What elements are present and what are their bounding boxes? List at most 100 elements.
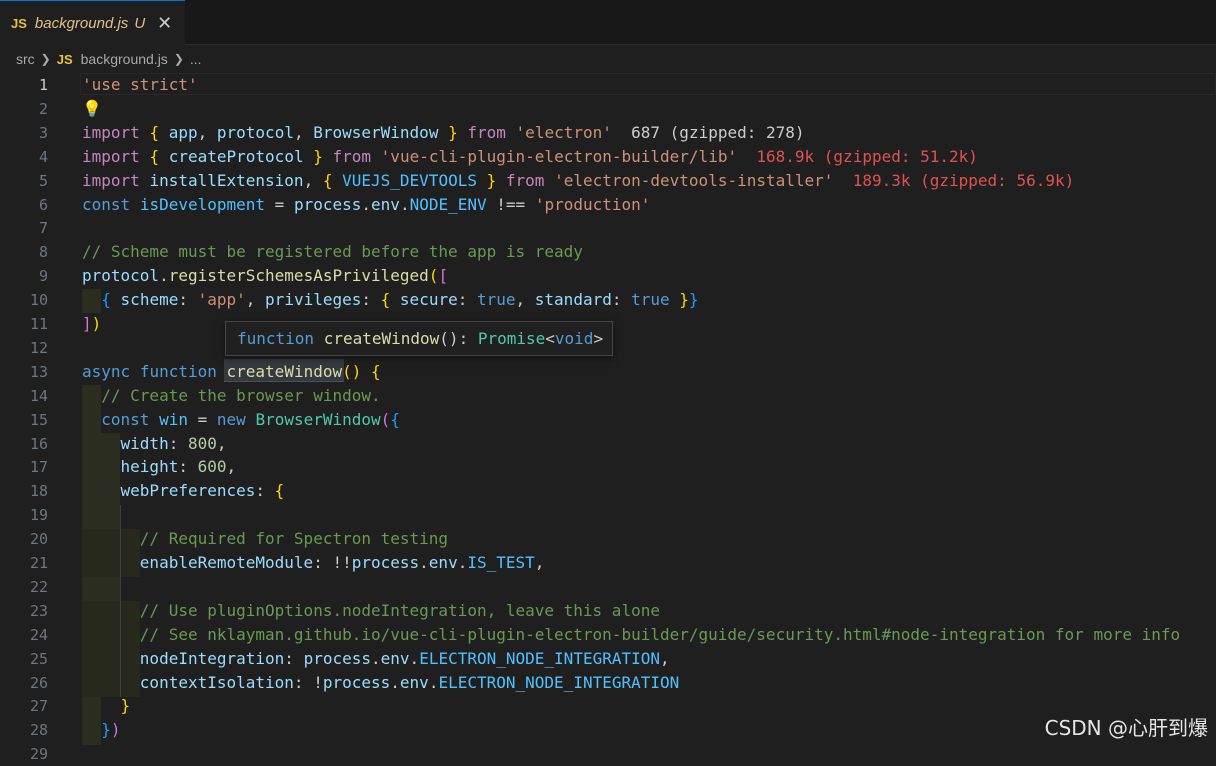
code-token: isDevelopment [139, 194, 266, 214]
code-line[interactable]: 18 webPreferences: { [0, 479, 1216, 503]
code-token: { [149, 146, 160, 166]
line-number: 2 [38, 99, 48, 118]
code-token: import [82, 146, 140, 166]
code-token: contextIsolation [139, 672, 294, 692]
code-token: // Scheme must be registered before the … [82, 242, 583, 262]
code-token: : [178, 290, 198, 310]
code-text: }) [82, 718, 121, 742]
lightbulb-icon[interactable]: 💡 [82, 99, 102, 118]
code-text: const win = new BrowserWindow({ [82, 408, 400, 432]
code-line[interactable]: 9 protocol.registerSchemesAsPrivileged([ [0, 264, 1216, 288]
untracked-status-badge: U [134, 14, 146, 32]
code-token: () [342, 361, 362, 381]
code-token: } [486, 170, 497, 190]
code-line[interactable]: 1 'use strict' [0, 73, 1216, 97]
close-icon[interactable]: ✕ [157, 13, 172, 34]
code-line[interactable]: 5 import installExtension, { VUEJS_DEVTOO… [0, 169, 1216, 193]
code-text: import { createProtocol } from 'vue-cli-… [82, 145, 978, 169]
hover-tooltip: function createWindow(): Promise<void> [225, 321, 613, 356]
breadcrumb-file[interactable]: background.js [81, 51, 168, 67]
code-line[interactable]: 4 import { createProtocol } from 'vue-cli… [0, 145, 1216, 169]
line-number: 7 [38, 219, 48, 238]
code-token: 168.9k (gzipped: 51.2k) [756, 146, 978, 166]
code-token: from [467, 122, 506, 142]
code-line[interactable]: 17 height: 600, [0, 455, 1216, 479]
current-line-highlight [80, 73, 1216, 95]
code-token: : [168, 433, 188, 453]
code-token: . [390, 672, 400, 692]
code-token: , [216, 433, 227, 453]
code-line[interactable]: 7 [0, 216, 1216, 240]
code-line[interactable]: 28 }) [0, 718, 1216, 742]
code-token: ) [110, 720, 121, 740]
code-token: } [101, 720, 111, 740]
code-text: webPreferences: { [82, 479, 285, 503]
code-line[interactable]: 29 [0, 742, 1216, 766]
line-number: 17 [29, 458, 48, 477]
code-token: } [120, 696, 131, 716]
js-file-icon: JS [56, 51, 73, 67]
chevron-right-icon: ❯ [173, 52, 184, 66]
code-token: ] [82, 314, 92, 333]
breadcrumb-symbol-more[interactable]: ... [190, 51, 202, 67]
code-line[interactable]: 22 [0, 575, 1216, 599]
tab-background-js[interactable]: JS background.js U ✕ [0, 0, 185, 45]
code-token: standard [534, 290, 612, 310]
tab-bar: JS background.js U ✕ [0, 0, 1216, 45]
code-token: env [371, 194, 400, 214]
line-number: 22 [29, 577, 48, 596]
code-token: env [428, 553, 458, 572]
code-token: // Use pluginOptions.nodeIntegration, le… [139, 600, 660, 620]
code-line[interactable]: 3 import { app, protocol, BrowserWindow }… [0, 121, 1216, 145]
code-token: from [332, 146, 372, 166]
code-token: 'use strict' [82, 75, 198, 94]
code-token: { [380, 290, 391, 310]
code-line[interactable]: 25 nodeIntegration: process.env.ELECTRON… [0, 647, 1216, 671]
code-line[interactable]: 13 async function createWindow() { [0, 360, 1216, 384]
line-number: 23 [29, 601, 48, 620]
line-number: 11 [29, 315, 48, 333]
code-line[interactable]: 21 enableRemoteModule: !!process.env.IS_… [0, 551, 1216, 575]
line-number: 10 [29, 291, 48, 310]
code-text: width: 800, [82, 432, 227, 456]
line-number: 6 [38, 195, 48, 214]
code-token: [ [438, 266, 449, 286]
code-line[interactable]: 16 width: 800, [0, 432, 1216, 456]
code-text: } [82, 694, 131, 718]
code-token: : [457, 290, 477, 310]
code-token: : [255, 481, 275, 501]
code-line[interactable]: 19 [0, 503, 1216, 527]
code-token: } [448, 122, 458, 142]
code-token: from [505, 170, 545, 190]
code-token: } [313, 146, 323, 166]
code-line[interactable]: 27 } [0, 694, 1216, 718]
code-token: , [303, 170, 323, 190]
code-token: win [159, 409, 188, 429]
code-line[interactable]: 24 // See nklayman.github.io/vue-cli-plu… [0, 623, 1216, 647]
code-line[interactable]: 20 // Required for Spectron testing [0, 527, 1216, 551]
code-line[interactable]: 26 contextIsolation: !process.env.ELECTR… [0, 671, 1216, 695]
code-line[interactable]: 10 { scheme: 'app', privileges: { secure… [0, 288, 1216, 312]
code-token: function [139, 361, 217, 381]
code-token: protocol [82, 266, 160, 286]
code-line[interactable]: 8 // Scheme must be registered before the… [0, 240, 1216, 264]
code-line[interactable]: 14 // Create the browser window. [0, 384, 1216, 408]
code-line[interactable]: 23 // Use pluginOptions.nodeIntegration,… [0, 599, 1216, 623]
code-line[interactable]: 2 💡 [0, 97, 1216, 121]
breadcrumb-folder-src[interactable]: src [16, 51, 35, 67]
code-editor[interactable]: 1'use strict' 2 💡 3 import { app, protocol, … [0, 73, 1216, 763]
code-token: secure [399, 290, 458, 310]
code-token: . [457, 553, 468, 572]
code-line[interactable]: 15 const win = new BrowserWindow({ [0, 408, 1216, 432]
code-line[interactable]: 6 const isDevelopment = process.env.NODE_… [0, 193, 1216, 217]
code-token: } [679, 290, 689, 310]
code-token: } [688, 290, 699, 310]
